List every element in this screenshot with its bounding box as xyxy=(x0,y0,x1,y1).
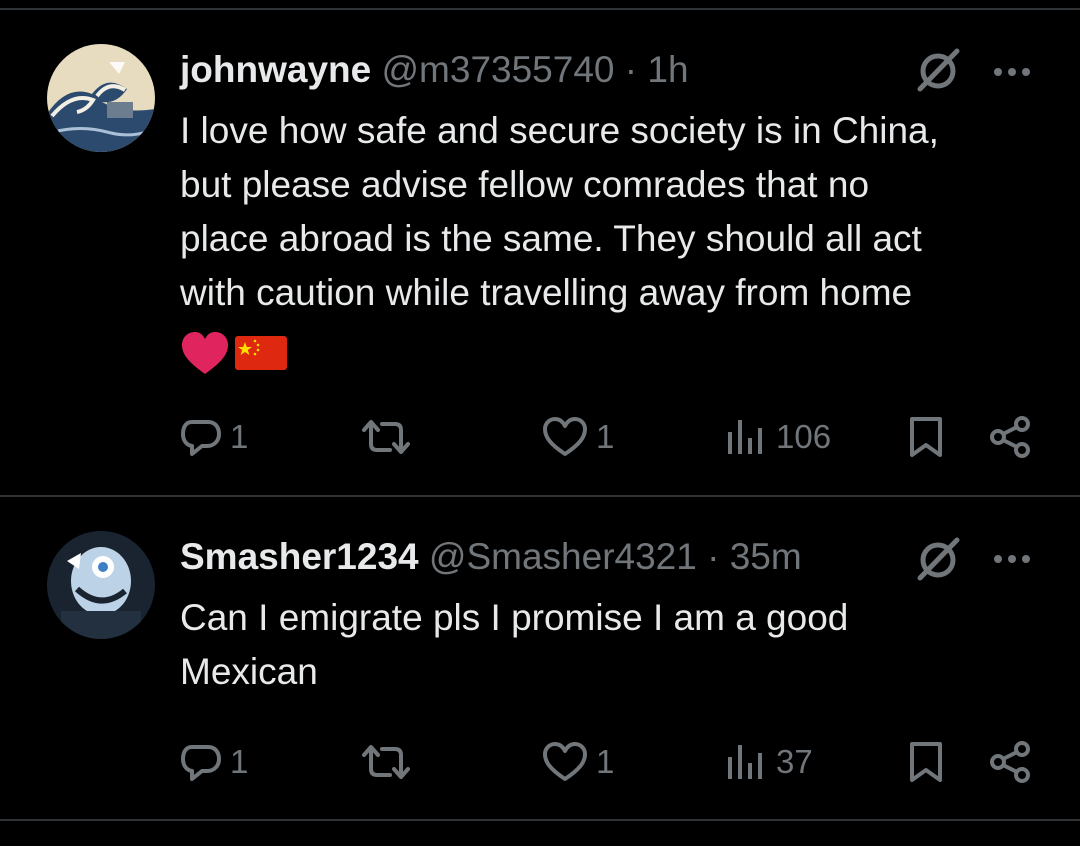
like-button[interactable]: 1 xyxy=(542,737,614,787)
reply-icon xyxy=(181,420,221,456)
reply-count: 1 xyxy=(230,743,249,780)
separator-dot: · xyxy=(707,536,720,577)
share-icon xyxy=(990,741,1030,783)
red-heart-icon xyxy=(182,332,228,374)
share-icon xyxy=(990,416,1030,458)
retweet-icon xyxy=(362,420,410,454)
display-name[interactable]: Smasher1234 xyxy=(180,536,419,577)
like-count: 1 xyxy=(596,743,615,780)
views-icon xyxy=(728,745,762,779)
avatar[interactable] xyxy=(47,531,155,639)
more-icon[interactable] xyxy=(992,52,1032,92)
tweet-text: I love how safe and secure society is in… xyxy=(180,104,1040,320)
views-button[interactable]: 37 xyxy=(724,737,813,787)
handle[interactable]: @Smasher4321 xyxy=(429,536,697,577)
timestamp[interactable]: 35m xyxy=(730,536,802,577)
tweet-actions: 1 1 37 xyxy=(0,737,1080,787)
bookmark-button[interactable] xyxy=(906,737,946,787)
views-count: 106 xyxy=(776,418,832,455)
timestamp[interactable]: 1h xyxy=(647,49,688,90)
reply-button[interactable]: 1 xyxy=(180,412,248,462)
emoji-row xyxy=(180,330,300,380)
reply-button[interactable]: 1 xyxy=(180,737,248,787)
heart-icon xyxy=(543,417,587,456)
emoji-icons xyxy=(182,332,287,374)
tweet-text-line: with caution while travelling away from … xyxy=(180,272,913,313)
views-icon xyxy=(728,420,762,454)
tweet-text-line: Mexican xyxy=(180,651,318,692)
tweet-text: Can I emigrate pls I promise I am a good… xyxy=(180,591,1040,699)
bookmark-icon xyxy=(910,742,942,782)
more-icon[interactable] xyxy=(992,539,1032,579)
tweet-actions: 1 1 106 xyxy=(0,412,1080,462)
tweet[interactable]: Smasher1234 @Smasher4321 · 35m Can I emi… xyxy=(0,497,1080,819)
tweet-text-line: place abroad is the same. They should al… xyxy=(180,218,922,259)
tweet-text-line: I love how safe and secure society is in… xyxy=(180,110,939,151)
share-button[interactable] xyxy=(988,412,1032,462)
divider-bottom xyxy=(0,819,1080,821)
heart-icon xyxy=(543,742,587,781)
display-name[interactable]: johnwayne xyxy=(180,49,371,90)
handle[interactable]: @m37355740 xyxy=(381,49,614,90)
bookmark-icon xyxy=(910,417,942,457)
bookmark-button[interactable] xyxy=(906,412,946,462)
avatar[interactable] xyxy=(47,44,155,152)
tweet-text-line: Can I emigrate pls I promise I am a good xyxy=(180,597,849,638)
tweet[interactable]: johnwayne @m37355740 · 1h I love how saf… xyxy=(0,0,1080,496)
tweet-header: johnwayne @m37355740 · 1h xyxy=(180,48,689,92)
reply-icon xyxy=(181,745,221,781)
tweet-header: Smasher1234 @Smasher4321 · 35m xyxy=(180,535,802,579)
views-count: 37 xyxy=(776,743,813,780)
separator-dot: · xyxy=(624,49,638,90)
grok-icon[interactable] xyxy=(914,46,962,94)
retweet-icon xyxy=(362,745,410,779)
retweet-button[interactable] xyxy=(360,737,420,787)
like-count: 1 xyxy=(596,418,615,455)
reply-count: 1 xyxy=(230,418,249,455)
views-button[interactable]: 106 xyxy=(724,412,831,462)
flag-china-icon xyxy=(235,336,287,370)
retweet-button[interactable] xyxy=(360,412,420,462)
grok-icon[interactable] xyxy=(914,535,962,583)
share-button[interactable] xyxy=(988,737,1032,787)
tweet-text-line: but please advise fellow comrades that n… xyxy=(180,164,870,205)
like-button[interactable]: 1 xyxy=(542,412,614,462)
